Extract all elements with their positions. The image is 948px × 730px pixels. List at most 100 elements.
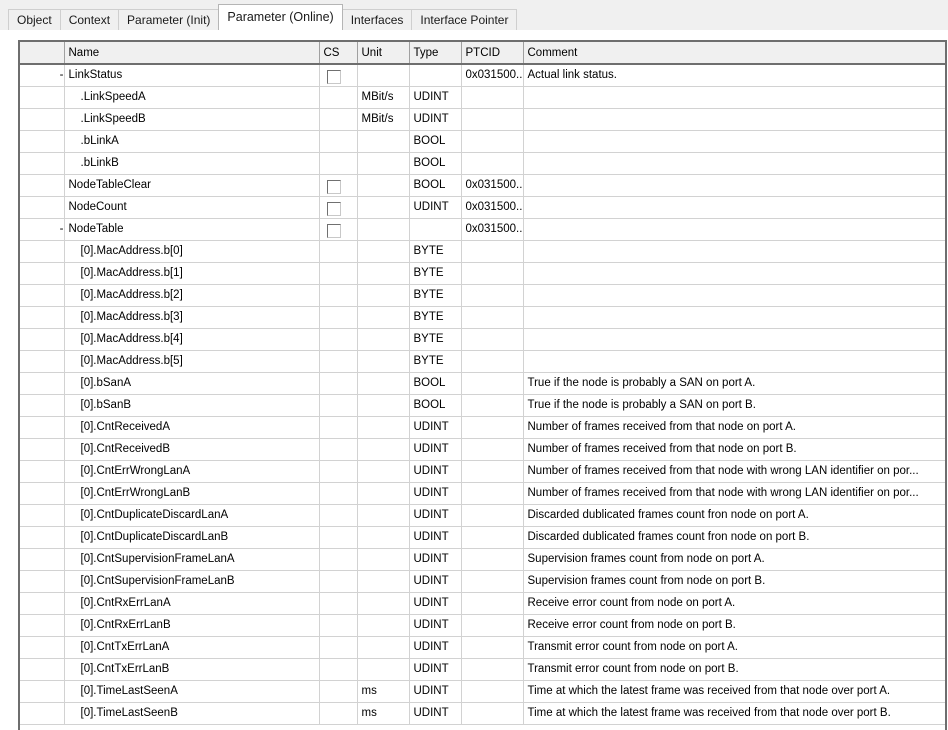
cell-unit[interactable]	[357, 394, 410, 417]
cell-cs[interactable]	[319, 658, 358, 681]
table-row[interactable]: [0].MacAddress.b[2] BYTE	[20, 284, 945, 307]
cell-type[interactable]: UDINT	[409, 658, 462, 681]
table-row[interactable]: .LinkSpeedA MBit/s UDINT	[20, 86, 945, 109]
table-row[interactable]: [0].CntDuplicateDiscardLanA UDINT Discarde…	[20, 504, 945, 527]
cell-type[interactable]: BYTE	[409, 262, 462, 285]
cell-cs[interactable]	[319, 108, 358, 131]
cell-name[interactable]: [0].CntRxErrLanB	[64, 614, 320, 637]
cell-type[interactable]	[409, 64, 462, 87]
cell-name[interactable]: [0].TimeLastSeenA	[64, 680, 320, 703]
table-row[interactable]: - NodeTable 0x031500...	[20, 218, 945, 241]
cell-cs[interactable]	[319, 152, 358, 175]
row-selector[interactable]	[20, 438, 65, 461]
cell-ptcid[interactable]	[461, 416, 524, 439]
cell-comment[interactable]	[523, 306, 945, 329]
row-selector[interactable]	[20, 482, 65, 505]
cell-cs[interactable]	[319, 504, 358, 527]
cell-unit[interactable]	[357, 328, 410, 351]
table-row[interactable]: .LinkSpeedB MBit/s UDINT	[20, 108, 945, 131]
cell-ptcid[interactable]	[461, 328, 524, 351]
tab-parameter-online[interactable]: Parameter (Online)	[218, 4, 343, 30]
cell-name[interactable]: [0].bSanA	[64, 372, 320, 395]
cell-unit[interactable]: ms	[357, 680, 410, 703]
cell-ptcid[interactable]	[461, 460, 524, 483]
table-row[interactable]: [0].CntSupervisionFrameLanA UDINT Supervis…	[20, 548, 945, 571]
cell-comment[interactable]: Receive error count from node on port B.	[523, 614, 945, 637]
cell-type[interactable]: UDINT	[409, 86, 462, 109]
row-selector[interactable]	[20, 196, 65, 219]
cell-unit[interactable]	[357, 240, 410, 263]
table-row[interactable]: [0].TimeLastSeenA ms UDINT Time at which th…	[20, 680, 945, 703]
table-row[interactable]: [0].CntErrWrongLanB UDINT Number of frames…	[20, 482, 945, 505]
cell-cs[interactable]	[319, 438, 358, 461]
cell-ptcid[interactable]: 0x031500...	[461, 64, 524, 87]
cell-cs[interactable]	[319, 262, 358, 285]
cell-comment[interactable]	[523, 196, 945, 219]
cell-comment[interactable]: True if the node is probably a SAN on po…	[523, 394, 945, 417]
cell-cs[interactable]	[319, 306, 358, 329]
table-row[interactable]: [0].CntTxErrLanB UDINT Transmit error coun…	[20, 658, 945, 681]
cell-comment[interactable]: Number of frames received from that node…	[523, 438, 945, 461]
parameter-grid[interactable]: Name CS Unit Type PTCID Comment - LinkSta…	[18, 40, 947, 730]
cell-unit[interactable]	[357, 658, 410, 681]
table-row[interactable]: [0].MacAddress.b[1] BYTE	[20, 262, 945, 285]
table-row[interactable]: [0].MacAddress.b[5] BYTE	[20, 350, 945, 373]
cell-type[interactable]: UDINT	[409, 416, 462, 439]
cell-unit[interactable]	[357, 438, 410, 461]
cell-type[interactable]: UDINT	[409, 636, 462, 659]
cell-ptcid[interactable]	[461, 482, 524, 505]
row-selector[interactable]	[20, 658, 65, 681]
cell-comment[interactable]: True if the node is probably a SAN on po…	[523, 372, 945, 395]
cell-name[interactable]: [0].MacAddress.b[5]	[64, 350, 320, 373]
cell-cs[interactable]	[319, 284, 358, 307]
cell-ptcid[interactable]	[461, 702, 524, 725]
table-row[interactable]: [0].bSanA BOOL True if the node is probabl…	[20, 372, 945, 395]
cell-comment[interactable]	[523, 130, 945, 153]
cell-name[interactable]: .bLinkA	[64, 130, 320, 153]
checkbox-cs[interactable]	[326, 223, 341, 238]
cell-unit[interactable]	[357, 636, 410, 659]
cell-name[interactable]: NodeCount	[64, 196, 320, 219]
cell-unit[interactable]	[357, 526, 410, 549]
cell-cs[interactable]	[319, 240, 358, 263]
cell-unit[interactable]	[357, 460, 410, 483]
row-selector[interactable]	[20, 262, 65, 285]
row-selector[interactable]	[20, 614, 65, 637]
cell-ptcid[interactable]	[461, 152, 524, 175]
cell-name[interactable]: [0].CntSupervisionFrameLanA	[64, 548, 320, 571]
cell-name[interactable]: [0].MacAddress.b[1]	[64, 262, 320, 285]
cell-cs[interactable]	[319, 416, 358, 439]
tab-object[interactable]: Object	[8, 9, 61, 30]
cell-name[interactable]: [0].MacAddress.b[0]	[64, 240, 320, 263]
cell-type[interactable]: BYTE	[409, 328, 462, 351]
table-row[interactable]: [0].CntRxErrLanA UDINT Receive error count…	[20, 592, 945, 615]
table-row[interactable]: [0].TimeLastSeenB ms UDINT Time at which th…	[20, 702, 945, 725]
cell-type[interactable]: BOOL	[409, 130, 462, 153]
row-selector[interactable]	[20, 636, 65, 659]
cell-name[interactable]: [0].CntRxErrLanA	[64, 592, 320, 615]
table-row[interactable]: [0].CntTxErrLanA UDINT Transmit error coun…	[20, 636, 945, 659]
cell-cs[interactable]	[319, 328, 358, 351]
cell-unit[interactable]	[357, 504, 410, 527]
cell-type[interactable]: BOOL	[409, 372, 462, 395]
cell-type[interactable]: UDINT	[409, 548, 462, 571]
cell-comment[interactable]	[523, 262, 945, 285]
table-row[interactable]: [0].CntReceivedA UDINT Number of frames re…	[20, 416, 945, 439]
cell-comment[interactable]	[523, 240, 945, 263]
column-header-unit[interactable]: Unit	[357, 42, 410, 65]
row-selector[interactable]	[20, 460, 65, 483]
cell-unit[interactable]	[357, 416, 410, 439]
cell-type[interactable]: UDINT	[409, 504, 462, 527]
cell-ptcid[interactable]	[461, 680, 524, 703]
cell-name[interactable]: [0].CntErrWrongLanA	[64, 460, 320, 483]
row-selector[interactable]	[20, 130, 65, 153]
cell-comment[interactable]: Actual link status.	[523, 64, 945, 87]
cell-cs[interactable]	[319, 548, 358, 571]
row-selector[interactable]	[20, 108, 65, 131]
cell-comment[interactable]: Supervision frames count from node on po…	[523, 570, 945, 593]
cell-name[interactable]: NodeTableClear	[64, 174, 320, 197]
cell-name[interactable]: [0].bSanB	[64, 394, 320, 417]
cell-comment[interactable]	[523, 174, 945, 197]
checkbox-cs[interactable]	[326, 179, 341, 194]
column-header-comment[interactable]: Comment	[523, 42, 945, 65]
